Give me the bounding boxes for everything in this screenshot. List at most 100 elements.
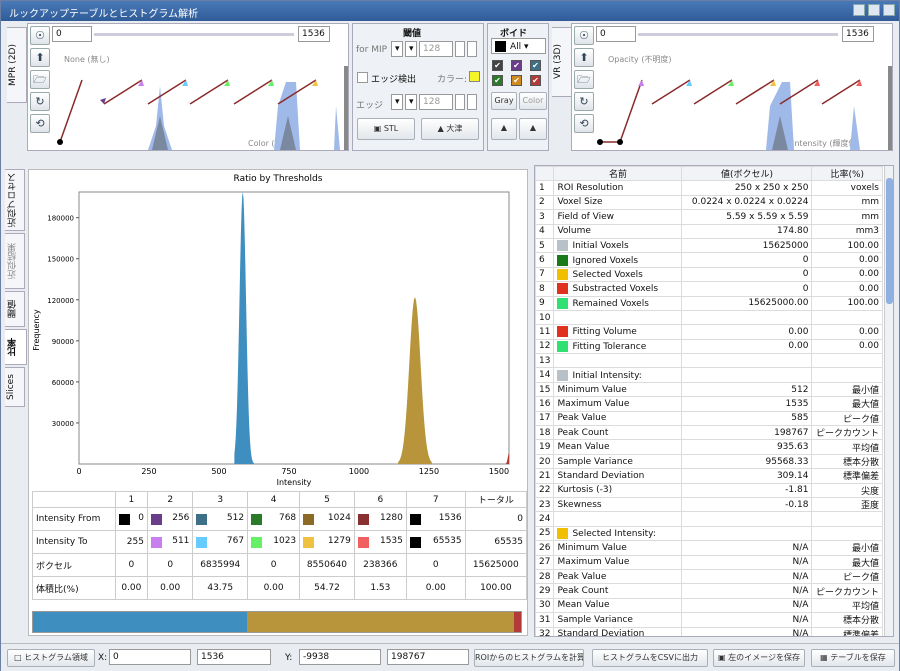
- roi-row[interactable]: 19 Mean Value 935.63 平均値: [535, 439, 883, 455]
- color-swatch[interactable]: [150, 537, 162, 548]
- roi-row[interactable]: 17 Peak Value 585 ピーク値: [535, 410, 883, 427]
- mountain-icon[interactable]: ▲: [491, 118, 517, 140]
- folder-icon[interactable]: 🗁: [574, 70, 594, 89]
- table-cell[interactable]: 1536: [405, 507, 466, 531]
- table-cell[interactable]: 511: [146, 530, 194, 554]
- roi-row[interactable]: 15 Minimum Value 512 最小値: [535, 381, 883, 398]
- reset-icon[interactable]: ⟲: [30, 114, 50, 133]
- tab-approx-process[interactable]: 近似プロセス: [5, 169, 25, 231]
- y-to-input[interactable]: 198767: [387, 649, 469, 665]
- roi-row[interactable]: 32 Standard Deviation N/A 標準偏差: [535, 626, 883, 636]
- edge-detect-checkbox[interactable]: [357, 72, 368, 83]
- color-swatch[interactable]: [251, 514, 263, 525]
- roi-row[interactable]: 8 Substracted Voxels 0 0.00: [535, 281, 883, 297]
- table-cell[interactable]: 1023: [247, 530, 301, 554]
- table-cell[interactable]: 767: [192, 530, 249, 554]
- roi-row[interactable]: 3 Field of View 5.59 x 5.59 x 5.59 mm: [535, 209, 883, 225]
- refresh-icon[interactable]: ↻: [30, 92, 50, 111]
- minimize-button[interactable]: [853, 4, 865, 16]
- mip-arrows-icon[interactable]: ▾: [405, 41, 417, 57]
- table-cell[interactable]: 255: [114, 530, 148, 554]
- roi-row[interactable]: 12 Fitting Tolerance 0.00 0.00: [535, 338, 883, 355]
- roi-row[interactable]: 1 ROI Resolution 250 x 250 x 250 voxels: [535, 180, 883, 196]
- table-cell[interactable]: 1280: [353, 507, 407, 531]
- hist-area-button[interactable]: □ ヒストグラム領域: [7, 649, 95, 667]
- edge-value-input[interactable]: 128: [419, 94, 453, 110]
- color-swatch[interactable]: [118, 514, 130, 525]
- table-cell[interactable]: 1279: [299, 530, 355, 554]
- roi-row[interactable]: 23 Skewness -0.18 歪度: [535, 496, 883, 513]
- roi-row[interactable]: 22 Kurtosis (-3) -1.81 尖度: [535, 482, 883, 498]
- roi-row[interactable]: 2 Voxel Size 0.0224 x 0.0224 x 0.0224 mm: [535, 194, 883, 211]
- void-1-checkbox[interactable]: ✔: [492, 60, 503, 71]
- mip-down-icon[interactable]: ▾: [391, 41, 403, 57]
- edge-stepper-2[interactable]: [467, 94, 477, 110]
- roi-row[interactable]: 30 Mean Value N/A 平均値: [535, 597, 883, 614]
- roi-row[interactable]: 7 Selected Voxels 0 0.00: [535, 266, 883, 283]
- table-cell[interactable]: 256: [146, 507, 194, 531]
- void-3-checkbox[interactable]: ✔: [530, 60, 541, 71]
- up-arrow-icon[interactable]: ⬆: [30, 48, 50, 67]
- table-cell[interactable]: 512: [192, 507, 249, 531]
- color-swatch[interactable]: [251, 537, 263, 548]
- roi-row[interactable]: 28 Peak Value N/A ピーク値: [535, 568, 883, 585]
- roi-row[interactable]: 29 Peak Count N/A ピークカウント: [535, 583, 883, 599]
- histogram-chart[interactable]: Ratio by Thresholds Intensity Frequency …: [29, 170, 527, 488]
- roi-row[interactable]: 18 Peak Count 198767 ピークカウント: [535, 425, 883, 441]
- stl-button[interactable]: ▣ STL: [357, 118, 415, 140]
- save-table-button[interactable]: ▦ テーブルを保存: [811, 649, 895, 667]
- tab-ratio[interactable]: 比率: [5, 329, 27, 365]
- tab-vr-3d[interactable]: VR (3D): [552, 27, 572, 97]
- roi-scroll-thumb[interactable]: [886, 178, 893, 304]
- roi-calc-button[interactable]: ROIからのヒストグラムを計算: [474, 649, 584, 667]
- roi-row[interactable]: 5 Initial Voxels 15625000 100.00: [535, 237, 883, 254]
- table-cell[interactable]: 65535: [405, 530, 466, 554]
- edge-arrows-icon[interactable]: ▾: [405, 94, 417, 110]
- roi-row[interactable]: 25 Selected Intensity:: [535, 525, 883, 542]
- roi-row[interactable]: 10: [535, 309, 883, 326]
- mpr-lut-curve[interactable]: [52, 46, 348, 150]
- reset-icon[interactable]: ⟲: [574, 114, 594, 133]
- otsu-button[interactable]: ▲ 大津: [421, 118, 479, 140]
- roi-row[interactable]: 20 Sample Variance 95568.33 標本分散: [535, 453, 883, 470]
- roi-row[interactable]: 14 Initial Intensity:: [535, 367, 883, 383]
- table-cell[interactable]: 1535: [353, 530, 407, 554]
- void-4-checkbox[interactable]: ✔: [492, 75, 503, 86]
- roi-row[interactable]: 11 Fitting Volume 0.00 0.00: [535, 324, 883, 340]
- voids-select[interactable]: All ▾: [491, 38, 546, 54]
- table-cell[interactable]: 1024: [299, 507, 355, 531]
- color-swatch[interactable]: [303, 514, 315, 525]
- table-cell[interactable]: 65535: [464, 530, 528, 554]
- roi-row[interactable]: 6 Ignored Voxels 0 0.00: [535, 252, 883, 268]
- up-arrow-icon[interactable]: ⬆: [574, 48, 594, 67]
- edge-down-icon[interactable]: ▾: [391, 94, 403, 110]
- mpr-max-input[interactable]: 1536: [298, 26, 330, 42]
- tab-threshold[interactable]: 閾値: [5, 291, 25, 327]
- void-6-checkbox[interactable]: ✔: [530, 75, 541, 86]
- roi-row[interactable]: 31 Sample Variance N/A 標本分散: [535, 612, 883, 628]
- vr-max-input[interactable]: 1536: [842, 26, 874, 42]
- roi-row[interactable]: 21 Standard Deviation 309.14 標準偏差: [535, 468, 883, 484]
- y-from-input[interactable]: -9938: [299, 649, 381, 665]
- vr-lut-curve[interactable]: [596, 46, 892, 150]
- roi-row[interactable]: 4 Volume 174.80 mm3: [535, 223, 883, 239]
- edge-stepper[interactable]: [455, 94, 465, 110]
- roi-row[interactable]: 26 Minimum Value N/A 最小値: [535, 540, 883, 556]
- vr-min-input[interactable]: 0: [596, 26, 636, 42]
- void-5-checkbox[interactable]: ✔: [511, 75, 522, 86]
- tab-mpr-2d[interactable]: MPR (2D): [7, 27, 27, 103]
- color-swatch[interactable]: [150, 514, 162, 525]
- table-cell[interactable]: 0: [114, 507, 148, 531]
- roi-row[interactable]: 24: [535, 511, 883, 527]
- folder-icon[interactable]: 🗁: [30, 70, 50, 89]
- mountain-alt-icon[interactable]: ▲: [519, 118, 547, 140]
- zoom-icon[interactable]: ☉: [30, 26, 50, 45]
- save-image-button[interactable]: ▣ 左のイメージを保存: [713, 649, 805, 667]
- tab-slices[interactable]: Slices: [5, 367, 25, 407]
- gray-button[interactable]: Gray: [491, 92, 517, 110]
- zoom-icon[interactable]: ☉: [574, 26, 594, 45]
- roi-row[interactable]: 13: [535, 353, 883, 369]
- color-swatch[interactable]: [303, 537, 315, 548]
- mpr-min-input[interactable]: 0: [52, 26, 92, 42]
- maximize-button[interactable]: [868, 4, 880, 16]
